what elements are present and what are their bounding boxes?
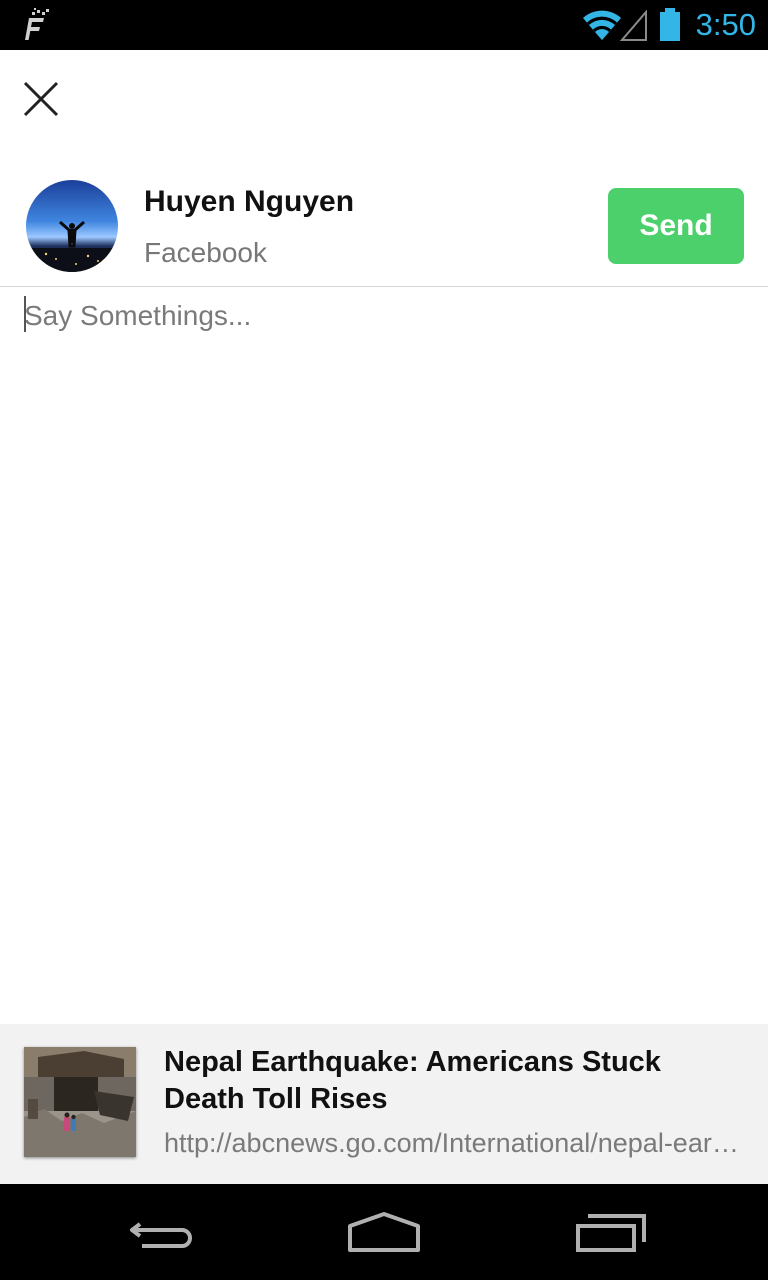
link-url: http://abcnews.go.com/International/nepa… [164, 1128, 744, 1158]
recents-icon [576, 1214, 646, 1252]
recents-button[interactable] [560, 1202, 660, 1262]
cell-signal-icon [619, 9, 648, 42]
home-button[interactable] [334, 1202, 434, 1262]
back-icon [130, 1222, 192, 1248]
account-network: Facebook [144, 237, 267, 268]
navigation-bar [0, 1184, 768, 1280]
close-icon [23, 81, 59, 117]
link-preview-card[interactable]: Nepal Earthquake: Americans Stuck Death … [0, 1024, 768, 1184]
text-cursor [24, 296, 26, 332]
wifi-icon [582, 10, 622, 42]
message-placeholder: Say Somethings... [24, 300, 252, 331]
avatar [26, 180, 118, 272]
status-clock: 3:50 [695, 7, 756, 42]
battery-icon [658, 8, 682, 42]
send-button[interactable]: Send [608, 188, 744, 264]
home-icon [348, 1212, 420, 1252]
link-thumbnail [24, 1047, 136, 1157]
account-name: Huyen Nguyen [144, 185, 355, 218]
header-divider [0, 286, 768, 287]
message-input[interactable]: Say Somethings... [24, 294, 744, 994]
link-title: Nepal Earthquake: Americans Stuck Death … [164, 1046, 661, 1115]
app-notification-icon [22, 8, 50, 42]
share-composer-screen: 3:50 Huyen Nguyen Facebook Send Say Some… [0, 0, 768, 1280]
back-button[interactable] [110, 1202, 210, 1262]
close-button[interactable] [14, 72, 68, 126]
status-bar: 3:50 [0, 0, 768, 50]
